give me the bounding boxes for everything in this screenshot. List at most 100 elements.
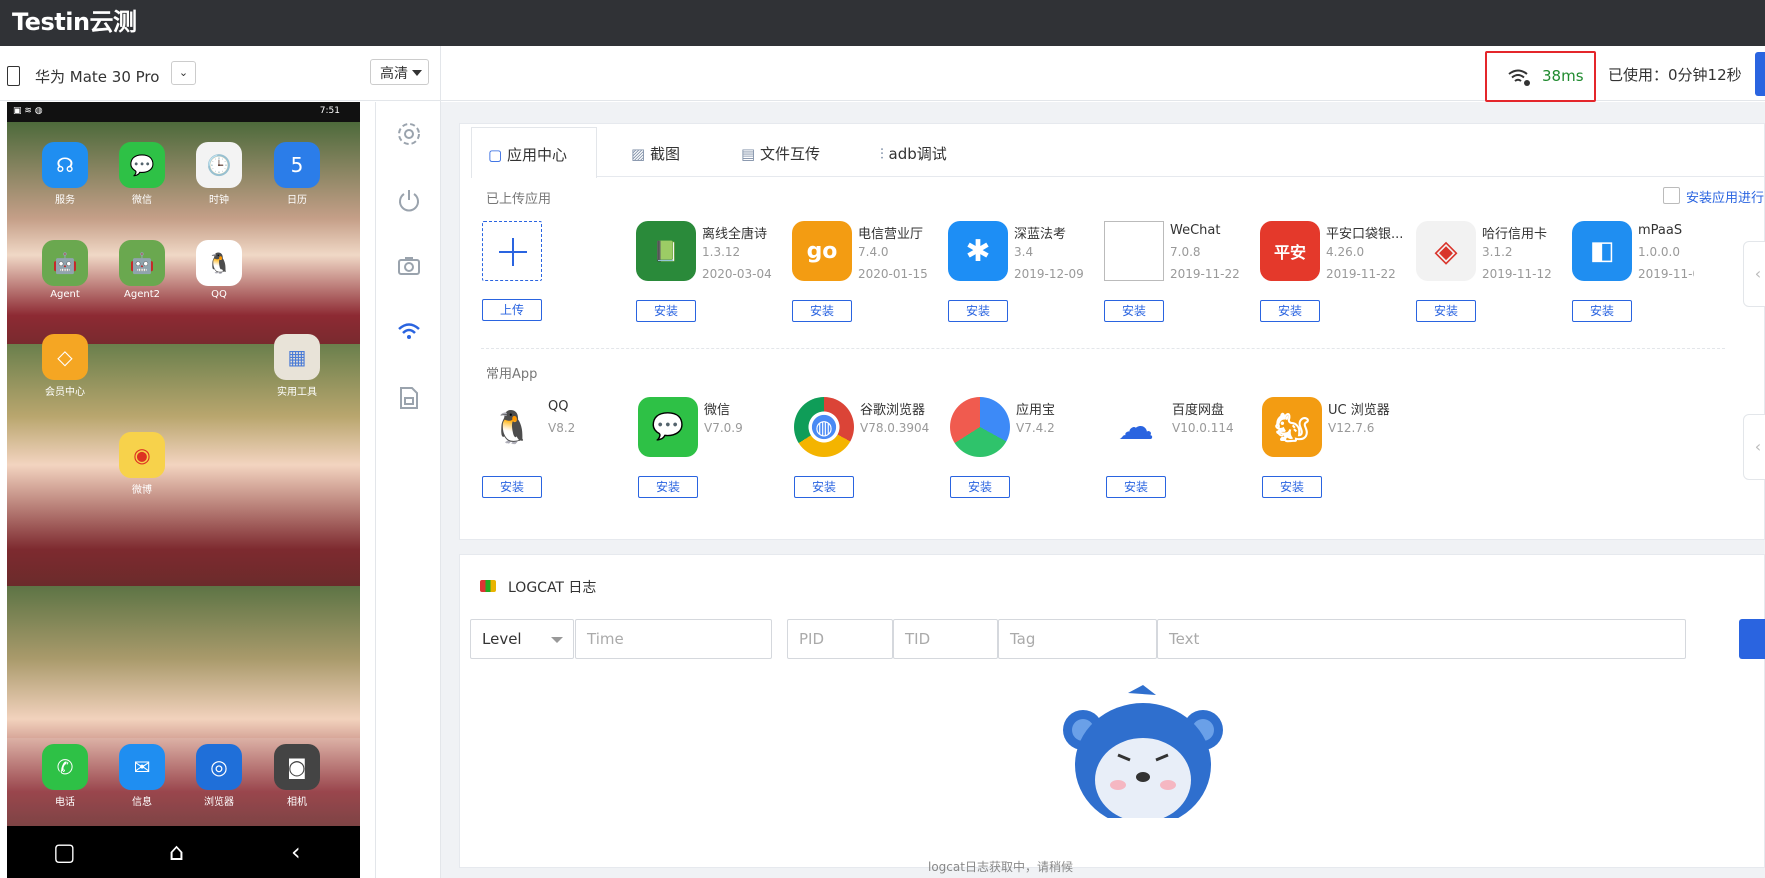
app-icon: 🤖 bbox=[42, 240, 88, 286]
app-icon: go bbox=[792, 221, 852, 281]
app-label: 微信 bbox=[132, 195, 152, 206]
testin-logo: Testin云测 bbox=[12, 8, 137, 36]
phone-app[interactable]: 🤖 Agent2 bbox=[112, 240, 172, 300]
app-name: 谷歌浏览器 bbox=[860, 403, 926, 418]
phone-app[interactable]: 🤖 Agent bbox=[35, 240, 95, 300]
app-label: 时钟 bbox=[209, 195, 229, 206]
phone-app[interactable]: ◉ 微博 bbox=[112, 432, 172, 496]
tag-input[interactable]: Tag bbox=[998, 619, 1157, 659]
scroll-left-button[interactable]: ‹ bbox=[1743, 241, 1765, 307]
app-icon: 💬 bbox=[638, 397, 698, 457]
app-label: 相机 bbox=[287, 797, 307, 808]
install-button[interactable]: 安装 bbox=[948, 300, 1008, 322]
phone-app[interactable]: ▦ 实用工具 bbox=[267, 334, 327, 398]
phone-app[interactable]: ◇ 会员中心 bbox=[35, 334, 95, 398]
app-name: 百度网盘 bbox=[1172, 403, 1225, 418]
end-session-button[interactable] bbox=[1755, 52, 1765, 96]
app-name: 哈行信用卡 bbox=[1482, 227, 1548, 242]
app-label: QQ bbox=[211, 289, 227, 300]
phone-app[interactable]: ✉ 信息 bbox=[112, 744, 172, 808]
camera-icon: ◙ bbox=[274, 744, 320, 790]
install-checkbox[interactable] bbox=[1663, 187, 1680, 204]
tab-app-center[interactable]: ▢ 应用中心 bbox=[471, 127, 597, 178]
app-date: 2019-11-0 bbox=[1638, 267, 1694, 281]
app-date: 2019-12-09 bbox=[1014, 267, 1084, 281]
top-bar: Testin云测 bbox=[0, 0, 1765, 46]
app-version: 7.0.8 bbox=[1170, 245, 1201, 259]
quality-label: 高清 bbox=[380, 66, 408, 82]
adb-icon: ⫶ bbox=[880, 145, 889, 163]
install-button[interactable]: 安装 bbox=[482, 476, 542, 498]
app-label: 信息 bbox=[132, 797, 152, 808]
device-dropdown-button[interactable]: ⌄ bbox=[171, 61, 196, 85]
phone-app[interactable]: ◎ 浏览器 bbox=[189, 744, 249, 808]
quality-select[interactable]: 高清 bbox=[370, 59, 429, 85]
back-icon[interactable]: ‹ bbox=[291, 838, 301, 866]
chevron-left-icon: ‹ bbox=[1754, 264, 1762, 283]
network-button[interactable] bbox=[394, 317, 424, 347]
power-button[interactable] bbox=[394, 185, 424, 215]
install-button[interactable]: 安装 bbox=[638, 476, 698, 498]
tab-label: 文件互传 bbox=[759, 145, 820, 163]
install-button[interactable]: 安装 bbox=[792, 300, 852, 322]
app-label: 实用工具 bbox=[277, 387, 317, 398]
tid-input[interactable]: TID bbox=[893, 619, 998, 659]
app-version: 3.1.2 bbox=[1482, 245, 1513, 259]
upload-button[interactable]: 上传 bbox=[482, 299, 542, 321]
tab-screenshot[interactable]: ▨ 截图 bbox=[631, 127, 711, 177]
app-icon: ☊ bbox=[42, 142, 88, 188]
text-input[interactable]: Text bbox=[1157, 619, 1686, 659]
search-button[interactable] bbox=[1739, 619, 1765, 659]
install-button[interactable]: 安装 bbox=[1262, 476, 1322, 498]
tab-adb[interactable]: ⫶ adb调试 bbox=[880, 127, 980, 177]
phone-app[interactable]: ◙ 相机 bbox=[267, 744, 327, 808]
settings-button[interactable] bbox=[394, 119, 424, 149]
power-icon bbox=[399, 190, 419, 212]
phone-app[interactable]: 🕒 时钟 bbox=[189, 142, 249, 206]
app-center-icon: ▢ bbox=[488, 146, 507, 164]
time-input[interactable]: Time bbox=[575, 619, 772, 659]
install-button[interactable]: 安装 bbox=[794, 476, 854, 498]
recent-apps-icon[interactable]: ▢ bbox=[53, 838, 76, 866]
tab-label: adb调试 bbox=[888, 145, 947, 163]
phone-app[interactable]: ✆ 电话 bbox=[35, 744, 95, 808]
device-screen[interactable]: ▣ ≋ ◍ 7:51 ☊ 服务 💬 微信 🕒 时钟 5 日历 🤖 Agent 🤖 Agent… bbox=[7, 102, 360, 878]
app-name: 微信 bbox=[704, 403, 731, 418]
logcat-icon bbox=[480, 580, 496, 592]
app-icon: 平安 bbox=[1260, 221, 1320, 281]
app-version: 4.26.0 bbox=[1326, 245, 1365, 259]
install-button[interactable]: 安装 bbox=[1416, 300, 1476, 322]
install-button[interactable]: 安装 bbox=[1572, 300, 1632, 322]
phone-app[interactable]: 🐧 QQ bbox=[189, 240, 249, 300]
tab-file-transfer[interactable]: ▤ 文件互传 bbox=[741, 127, 851, 177]
app-label: Agent bbox=[50, 289, 80, 300]
app-icon: 🐿 bbox=[1262, 397, 1322, 457]
camera-button[interactable] bbox=[394, 251, 424, 281]
upload-area[interactable] bbox=[482, 221, 542, 281]
pid-input[interactable]: PID bbox=[787, 619, 893, 659]
phone-app[interactable]: 💬 微信 bbox=[112, 142, 172, 206]
app-name: QQ bbox=[548, 399, 569, 414]
app-version: 7.4.0 bbox=[858, 245, 889, 259]
app-icon: 🕒 bbox=[196, 142, 242, 188]
home-icon[interactable]: ⌂ bbox=[169, 838, 184, 866]
install-button[interactable]: 安装 bbox=[950, 476, 1010, 498]
file-button[interactable] bbox=[394, 383, 424, 413]
app-icon: 🐧 bbox=[196, 240, 242, 286]
install-button[interactable]: 安装 bbox=[1104, 300, 1164, 322]
install-button[interactable]: 安装 bbox=[636, 300, 696, 322]
tab-label: 应用中心 bbox=[506, 146, 567, 164]
level-select[interactable]: Level bbox=[470, 619, 574, 659]
app-date: 2020-01-15 bbox=[858, 267, 928, 281]
app-date: 2020-03-04 bbox=[702, 267, 772, 281]
app-label: 微博 bbox=[132, 485, 152, 496]
phone-app[interactable]: 5 日历 bbox=[267, 142, 327, 206]
app-version: V7.0.9 bbox=[704, 421, 743, 435]
install-button[interactable]: 安装 bbox=[1260, 300, 1320, 322]
app-icon: ▦ bbox=[274, 334, 320, 380]
scroll-left-button[interactable]: ‹ bbox=[1743, 414, 1765, 480]
phone-call-icon: ✆ bbox=[42, 744, 88, 790]
install-button[interactable]: 安装 bbox=[1106, 476, 1166, 498]
app-name: WeChat bbox=[1170, 223, 1221, 238]
phone-app[interactable]: ☊ 服务 bbox=[35, 142, 95, 206]
